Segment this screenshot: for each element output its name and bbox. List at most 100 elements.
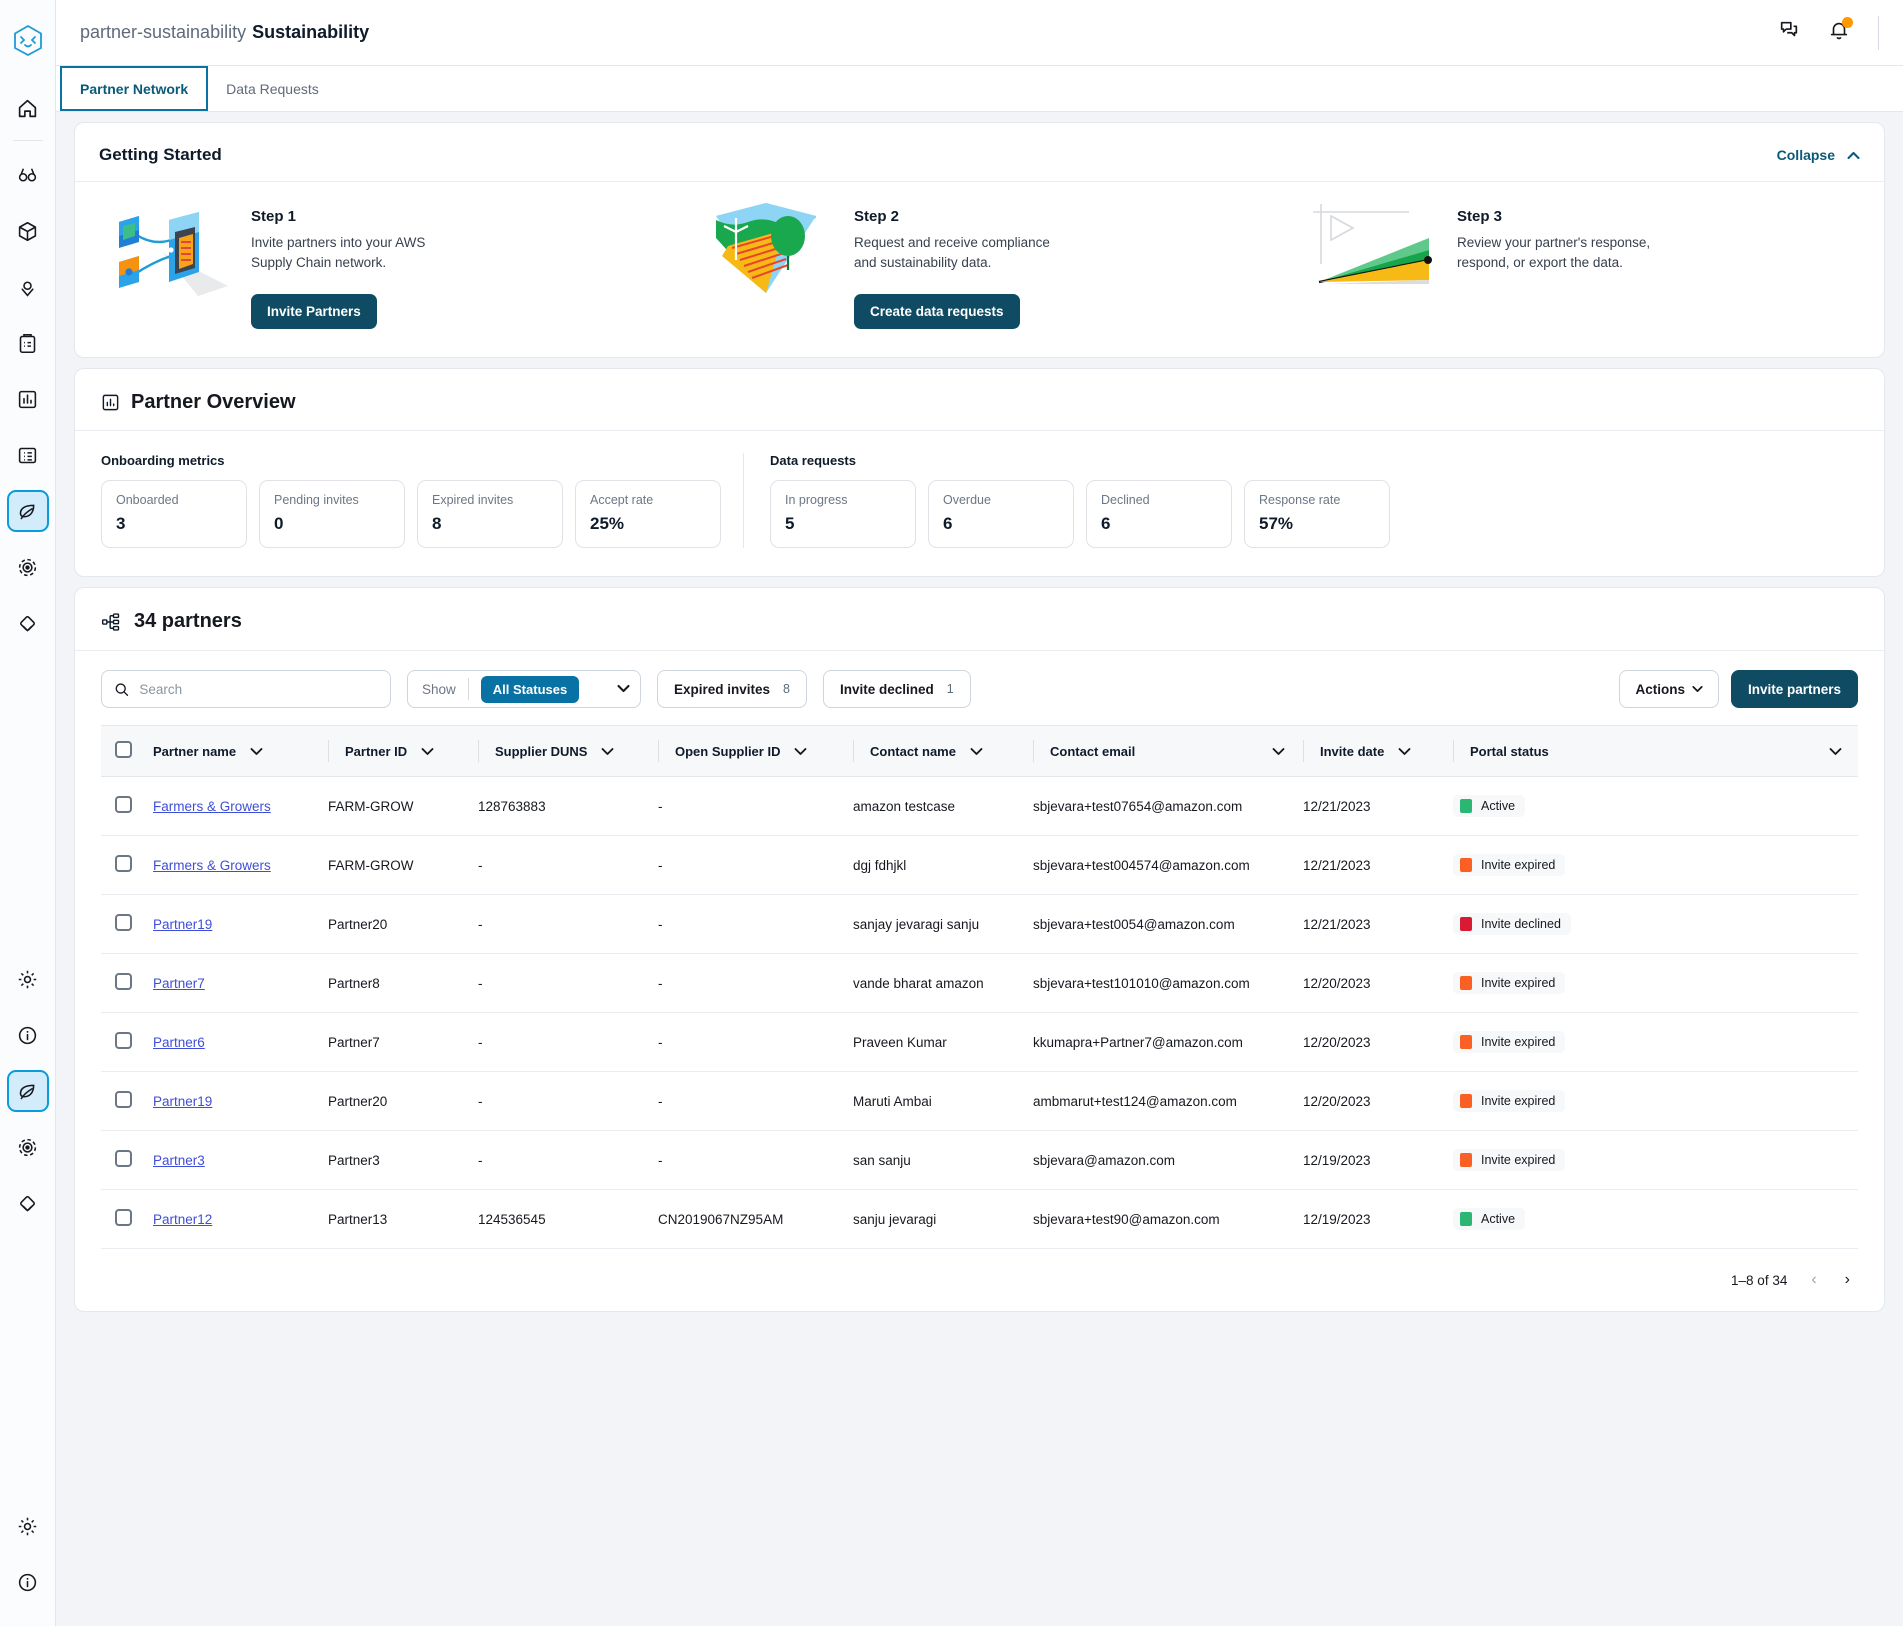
search-icon [114,681,129,698]
row-checkbox[interactable] [115,1150,132,1167]
chevron-down-icon[interactable] [250,744,263,759]
sidebar-item-network[interactable] [8,603,48,643]
column-partner-name[interactable]: Partner name [153,726,328,777]
chevron-down-icon[interactable] [794,744,807,759]
row-checkbox[interactable] [115,973,132,990]
tab-partner-network[interactable]: Partner Network [60,66,208,111]
sidebar-item-insights[interactable] [8,155,48,195]
sidebar-item-tracking[interactable] [8,267,48,307]
page-content: Getting Started Collapse [56,112,1903,1626]
partner-name-link[interactable]: Farmers & Growers [153,858,271,873]
create-data-requests-button[interactable]: Create data requests [854,294,1020,329]
cell-contact-name: dgj fdhjkl [853,836,1033,895]
status-label: Invite expired [1481,1153,1555,1167]
cell-supplier-duns: - [478,1072,658,1131]
chevron-down-icon[interactable] [1829,744,1842,759]
row-checkbox[interactable] [115,1091,132,1108]
contact-name-value: sanju jevaragi [853,1212,936,1227]
sidebar-item-sustainability-2[interactable] [8,1071,48,1111]
invite-date-value: 12/21/2023 [1303,858,1371,873]
sidebar-item-analytics[interactable] [8,379,48,419]
breadcrumb-app[interactable]: partner-sustainability [80,22,246,43]
cell-contact-email: sbjevara+test004574@amazon.com [1033,836,1303,895]
status-filter-select[interactable]: Show All Statuses [407,670,641,708]
chevron-down-icon[interactable] [601,744,614,759]
status-color-square [1460,799,1472,813]
partner-name-link[interactable]: Partner7 [153,976,205,991]
partner-name-link[interactable]: Partner19 [153,1094,212,1109]
sidebar-item-orders[interactable] [8,435,48,475]
partner-name-link[interactable]: Partner3 [153,1153,205,1168]
sidebar-item-help[interactable] [8,1015,48,1055]
row-checkbox[interactable] [115,855,132,872]
chevron-down-icon[interactable] [970,744,983,759]
metric-value: 6 [1101,514,1217,534]
pagination-next-button[interactable]: › [1841,1271,1854,1289]
chevron-down-icon[interactable] [421,744,434,759]
home-icon [17,98,38,119]
row-checkbox[interactable] [115,914,132,931]
sidebar-item-demand[interactable] [8,547,48,587]
column-portal-status[interactable]: Portal status [1453,726,1858,777]
cell-partner-id: Partner20 [328,1072,478,1131]
invite-partners-primary-button[interactable]: Invite partners [1731,670,1858,708]
chevron-down-icon[interactable] [1272,744,1285,759]
column-supplier-duns[interactable]: Supplier DUNS [478,726,658,777]
getting-started-card: Getting Started Collapse [74,122,1885,358]
partners-toolbar: Show All Statuses Expired invites 8 Invi… [75,651,1884,725]
sidebar-item-inventory[interactable] [8,211,48,251]
column-contact-name[interactable]: Contact name [853,726,1033,777]
actions-dropdown-button[interactable]: Actions [1619,670,1719,708]
partner-id-value: Partner3 [328,1153,380,1168]
table-row: Partner19Partner20--Maruti Ambaiambmarut… [101,1072,1858,1131]
step-2-title: Step 2 [854,208,1054,225]
cell-invite-date: 12/19/2023 [1303,1190,1453,1249]
status-label: Invite expired [1481,976,1555,990]
cell-supplier-duns: - [478,895,658,954]
search-box[interactable] [101,670,391,708]
sidebar-item-demand-2[interactable] [8,1127,48,1167]
status-color-square [1460,917,1472,931]
chart-icon [17,389,38,410]
row-checkbox[interactable] [115,796,132,813]
collapse-toggle[interactable]: Collapse [1777,147,1860,163]
step-3-description: Review your partner's response, respond,… [1457,233,1657,272]
cell-open-supplier-id: - [658,1072,853,1131]
partner-name-link[interactable]: Partner12 [153,1212,212,1227]
notifications-bell[interactable] [1828,19,1850,46]
sidebar-item-network-2[interactable] [8,1183,48,1223]
row-checkbox[interactable] [115,1032,132,1049]
sidebar-item-settings[interactable] [8,959,48,999]
tab-data-requests[interactable]: Data Requests [208,66,337,111]
info-icon [17,1025,38,1046]
app-logo[interactable] [0,0,55,80]
partner-name-link[interactable]: Partner6 [153,1035,205,1050]
contact-name-value: vande bharat amazon [853,976,984,991]
partner-name-link[interactable]: Farmers & Growers [153,799,271,814]
column-open-supplier-id[interactable]: Open Supplier ID [658,726,853,777]
sidebar-item-home[interactable] [8,88,48,128]
row-checkbox[interactable] [115,1209,132,1226]
onboarding-metrics-label: Onboarding metrics [101,453,721,468]
column-partner-id[interactable]: Partner ID [328,726,478,777]
partner-name-link[interactable]: Partner19 [153,917,212,932]
chevron-down-icon[interactable] [1398,744,1411,759]
chat-icon[interactable] [1778,19,1800,46]
sidebar-footer-settings[interactable] [8,1506,48,1546]
filter-invite-declined[interactable]: Invite declined 1 [823,670,971,708]
filter-expired-invites[interactable]: Expired invites 8 [657,670,807,708]
cell-partner-name: Farmers & Growers [153,836,328,895]
cell-partner-name: Partner19 [153,1072,328,1131]
cell-contact-email: sbjevara@amazon.com [1033,1131,1303,1190]
sidebar-item-planning[interactable] [8,323,48,363]
pagination-prev-button[interactable]: ‹ [1807,1271,1820,1289]
chevron-down-icon[interactable] [617,680,630,698]
select-all-checkbox[interactable] [115,741,132,758]
search-input[interactable] [139,682,378,697]
invite-partners-button[interactable]: Invite Partners [251,294,377,329]
column-invite-date[interactable]: Invite date [1303,726,1453,777]
cell-partner-name: Partner6 [153,1013,328,1072]
sidebar-item-sustainability[interactable] [8,491,48,531]
sidebar-footer-help[interactable] [8,1562,48,1602]
column-contact-email[interactable]: Contact email [1033,726,1303,777]
